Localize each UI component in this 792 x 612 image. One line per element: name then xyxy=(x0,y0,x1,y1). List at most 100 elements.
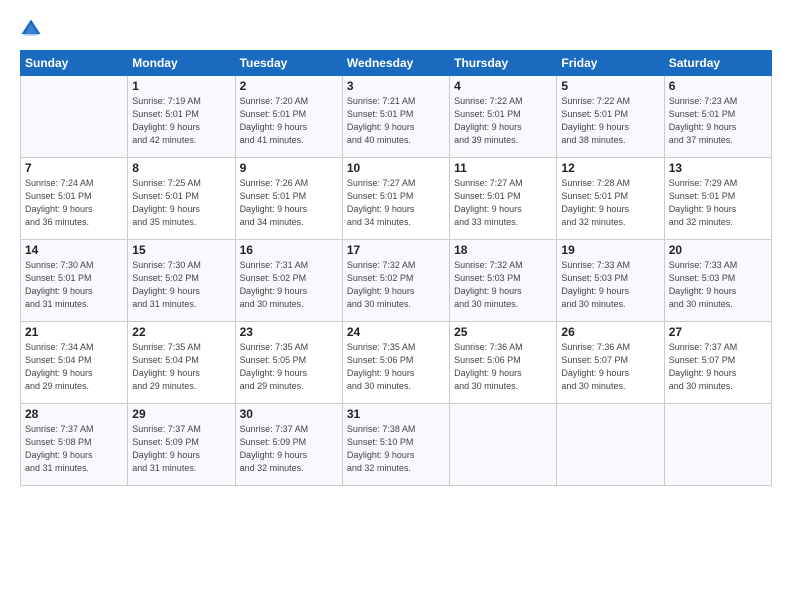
col-header-wednesday: Wednesday xyxy=(342,51,449,76)
calendar-cell: 30 Sunrise: 7:37 AM Sunset: 5:09 PM Dayli… xyxy=(235,404,342,486)
calendar-cell: 28 Sunrise: 7:37 AM Sunset: 5:08 PM Dayli… xyxy=(21,404,128,486)
day-info: Sunrise: 7:37 AM Sunset: 5:09 PM Dayligh… xyxy=(132,423,230,475)
day-info: Sunrise: 7:35 AM Sunset: 5:06 PM Dayligh… xyxy=(347,341,445,393)
day-number: 25 xyxy=(454,325,552,339)
day-number: 3 xyxy=(347,79,445,93)
header xyxy=(20,18,772,40)
calendar-cell: 7 Sunrise: 7:24 AM Sunset: 5:01 PM Daylig… xyxy=(21,158,128,240)
day-info: Sunrise: 7:31 AM Sunset: 5:02 PM Dayligh… xyxy=(240,259,338,311)
calendar-cell: 31 Sunrise: 7:38 AM Sunset: 5:10 PM Dayli… xyxy=(342,404,449,486)
calendar-cell xyxy=(664,404,771,486)
day-number: 13 xyxy=(669,161,767,175)
calendar-cell: 16 Sunrise: 7:31 AM Sunset: 5:02 PM Dayli… xyxy=(235,240,342,322)
day-number: 23 xyxy=(240,325,338,339)
day-number: 7 xyxy=(25,161,123,175)
day-info: Sunrise: 7:36 AM Sunset: 5:07 PM Dayligh… xyxy=(561,341,659,393)
day-info: Sunrise: 7:26 AM Sunset: 5:01 PM Dayligh… xyxy=(240,177,338,229)
week-row-5: 28 Sunrise: 7:37 AM Sunset: 5:08 PM Dayli… xyxy=(21,404,772,486)
col-header-friday: Friday xyxy=(557,51,664,76)
day-number: 5 xyxy=(561,79,659,93)
day-info: Sunrise: 7:33 AM Sunset: 5:03 PM Dayligh… xyxy=(669,259,767,311)
logo xyxy=(20,18,46,40)
day-info: Sunrise: 7:34 AM Sunset: 5:04 PM Dayligh… xyxy=(25,341,123,393)
day-info: Sunrise: 7:32 AM Sunset: 5:03 PM Dayligh… xyxy=(454,259,552,311)
day-number: 14 xyxy=(25,243,123,257)
calendar-cell: 19 Sunrise: 7:33 AM Sunset: 5:03 PM Dayli… xyxy=(557,240,664,322)
day-info: Sunrise: 7:23 AM Sunset: 5:01 PM Dayligh… xyxy=(669,95,767,147)
day-info: Sunrise: 7:33 AM Sunset: 5:03 PM Dayligh… xyxy=(561,259,659,311)
day-info: Sunrise: 7:25 AM Sunset: 5:01 PM Dayligh… xyxy=(132,177,230,229)
day-info: Sunrise: 7:38 AM Sunset: 5:10 PM Dayligh… xyxy=(347,423,445,475)
col-header-tuesday: Tuesday xyxy=(235,51,342,76)
calendar-cell: 23 Sunrise: 7:35 AM Sunset: 5:05 PM Dayli… xyxy=(235,322,342,404)
week-row-3: 14 Sunrise: 7:30 AM Sunset: 5:01 PM Dayli… xyxy=(21,240,772,322)
calendar-cell: 17 Sunrise: 7:32 AM Sunset: 5:02 PM Dayli… xyxy=(342,240,449,322)
day-info: Sunrise: 7:27 AM Sunset: 5:01 PM Dayligh… xyxy=(454,177,552,229)
day-number: 17 xyxy=(347,243,445,257)
calendar-cell xyxy=(450,404,557,486)
col-header-thursday: Thursday xyxy=(450,51,557,76)
calendar-cell: 26 Sunrise: 7:36 AM Sunset: 5:07 PM Dayli… xyxy=(557,322,664,404)
calendar-cell: 10Sunrise: 7:27 AM Sunset: 5:01 PM Dayli… xyxy=(342,158,449,240)
calendar-cell: 25Sunrise: 7:36 AM Sunset: 5:06 PM Dayli… xyxy=(450,322,557,404)
calendar-cell: 13 Sunrise: 7:29 AM Sunset: 5:01 PM Dayli… xyxy=(664,158,771,240)
calendar-cell: 4 Sunrise: 7:22 AM Sunset: 5:01 PM Daylig… xyxy=(450,76,557,158)
calendar-cell: 18 Sunrise: 7:32 AM Sunset: 5:03 PM Dayli… xyxy=(450,240,557,322)
day-info: Sunrise: 7:22 AM Sunset: 5:01 PM Dayligh… xyxy=(561,95,659,147)
calendar-cell: 27Sunrise: 7:37 AM Sunset: 5:07 PM Dayli… xyxy=(664,322,771,404)
day-info: Sunrise: 7:30 AM Sunset: 5:01 PM Dayligh… xyxy=(25,259,123,311)
day-info: Sunrise: 7:35 AM Sunset: 5:05 PM Dayligh… xyxy=(240,341,338,393)
col-header-sunday: Sunday xyxy=(21,51,128,76)
day-info: Sunrise: 7:32 AM Sunset: 5:02 PM Dayligh… xyxy=(347,259,445,311)
day-number: 16 xyxy=(240,243,338,257)
day-info: Sunrise: 7:37 AM Sunset: 5:08 PM Dayligh… xyxy=(25,423,123,475)
day-number: 4 xyxy=(454,79,552,93)
calendar-cell: 1 Sunrise: 7:19 AM Sunset: 5:01 PM Daylig… xyxy=(128,76,235,158)
day-info: Sunrise: 7:29 AM Sunset: 5:01 PM Dayligh… xyxy=(669,177,767,229)
day-number: 19 xyxy=(561,243,659,257)
day-number: 20 xyxy=(669,243,767,257)
calendar-cell: 20 Sunrise: 7:33 AM Sunset: 5:03 PM Dayli… xyxy=(664,240,771,322)
calendar-page: SundayMondayTuesdayWednesdayThursdayFrid… xyxy=(0,0,792,612)
day-number: 26 xyxy=(561,325,659,339)
day-number: 29 xyxy=(132,407,230,421)
calendar-cell: 15Sunrise: 7:30 AM Sunset: 5:02 PM Dayli… xyxy=(128,240,235,322)
week-row-2: 7 Sunrise: 7:24 AM Sunset: 5:01 PM Daylig… xyxy=(21,158,772,240)
logo-icon xyxy=(20,18,42,40)
day-number: 30 xyxy=(240,407,338,421)
calendar-cell: 12 Sunrise: 7:28 AM Sunset: 5:01 PM Dayli… xyxy=(557,158,664,240)
day-number: 12 xyxy=(561,161,659,175)
day-number: 1 xyxy=(132,79,230,93)
day-info: Sunrise: 7:22 AM Sunset: 5:01 PM Dayligh… xyxy=(454,95,552,147)
day-info: Sunrise: 7:28 AM Sunset: 5:01 PM Dayligh… xyxy=(561,177,659,229)
calendar-cell: 22Sunrise: 7:35 AM Sunset: 5:04 PM Dayli… xyxy=(128,322,235,404)
day-number: 31 xyxy=(347,407,445,421)
day-info: Sunrise: 7:37 AM Sunset: 5:09 PM Dayligh… xyxy=(240,423,338,475)
day-info: Sunrise: 7:35 AM Sunset: 5:04 PM Dayligh… xyxy=(132,341,230,393)
day-info: Sunrise: 7:30 AM Sunset: 5:02 PM Dayligh… xyxy=(132,259,230,311)
day-number: 21 xyxy=(25,325,123,339)
calendar-cell xyxy=(21,76,128,158)
day-number: 2 xyxy=(240,79,338,93)
calendar-cell: 2 Sunrise: 7:20 AM Sunset: 5:01 PM Daylig… xyxy=(235,76,342,158)
calendar-table: SundayMondayTuesdayWednesdayThursdayFrid… xyxy=(20,50,772,486)
calendar-cell: 9 Sunrise: 7:26 AM Sunset: 5:01 PM Daylig… xyxy=(235,158,342,240)
calendar-cell: 21 Sunrise: 7:34 AM Sunset: 5:04 PM Dayli… xyxy=(21,322,128,404)
day-number: 9 xyxy=(240,161,338,175)
day-info: Sunrise: 7:20 AM Sunset: 5:01 PM Dayligh… xyxy=(240,95,338,147)
calendar-cell xyxy=(557,404,664,486)
day-info: Sunrise: 7:19 AM Sunset: 5:01 PM Dayligh… xyxy=(132,95,230,147)
day-number: 18 xyxy=(454,243,552,257)
calendar-cell: 24 Sunrise: 7:35 AM Sunset: 5:06 PM Dayli… xyxy=(342,322,449,404)
calendar-cell: 11 Sunrise: 7:27 AM Sunset: 5:01 PM Dayli… xyxy=(450,158,557,240)
day-number: 6 xyxy=(669,79,767,93)
day-info: Sunrise: 7:27 AM Sunset: 5:01 PM Dayligh… xyxy=(347,177,445,229)
day-info: Sunrise: 7:24 AM Sunset: 5:01 PM Dayligh… xyxy=(25,177,123,229)
calendar-cell: 5 Sunrise: 7:22 AM Sunset: 5:01 PM Daylig… xyxy=(557,76,664,158)
day-number: 28 xyxy=(25,407,123,421)
day-number: 24 xyxy=(347,325,445,339)
day-number: 11 xyxy=(454,161,552,175)
day-number: 8 xyxy=(132,161,230,175)
col-header-monday: Monday xyxy=(128,51,235,76)
calendar-cell: 14 Sunrise: 7:30 AM Sunset: 5:01 PM Dayli… xyxy=(21,240,128,322)
